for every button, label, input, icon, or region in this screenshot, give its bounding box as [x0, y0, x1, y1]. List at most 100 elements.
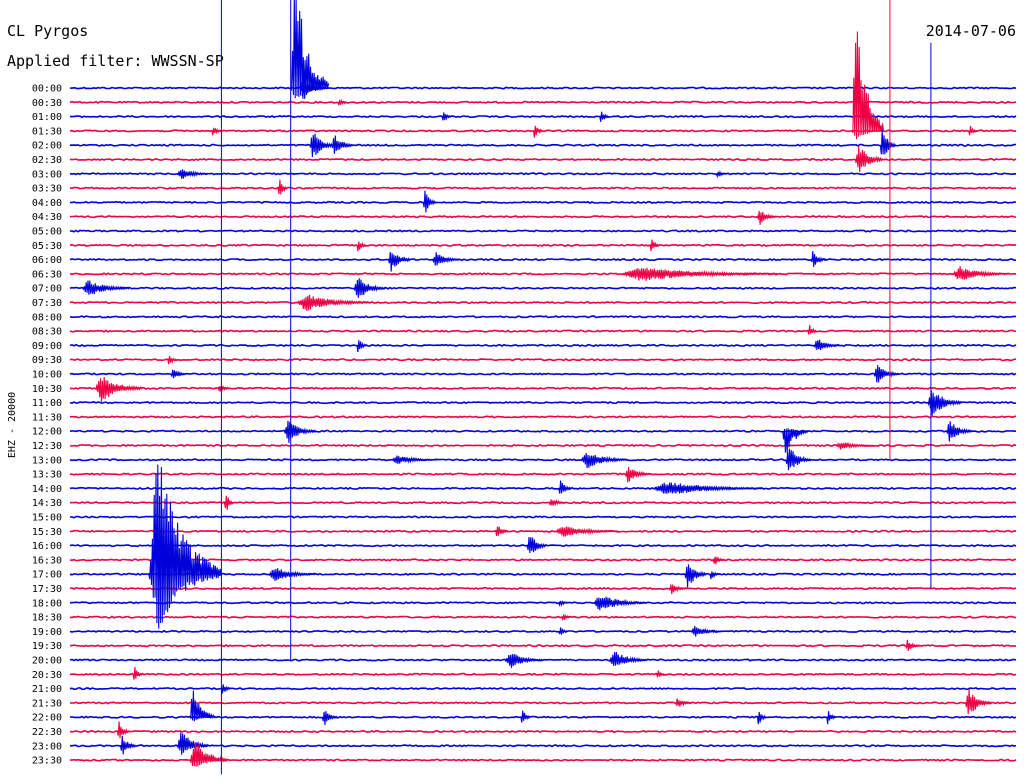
row-label: 12:30	[32, 441, 62, 452]
row-label: 02:00	[32, 141, 62, 152]
row-label: 12:00	[32, 427, 62, 438]
trace-line	[69, 501, 1017, 505]
trace-line	[69, 215, 1017, 219]
event-burst-30	[813, 339, 840, 351]
event-burst-47	[223, 495, 234, 510]
trace-row-0600: 06:00	[32, 255, 1017, 266]
event-burst-49	[495, 526, 509, 537]
trace-line	[69, 272, 1017, 276]
event-burst-50	[555, 526, 619, 537]
event-burst-5	[211, 127, 222, 136]
trace-line	[69, 315, 1017, 319]
event-burst-66	[132, 667, 143, 680]
trace-row-1500: 15:00	[32, 513, 1017, 524]
row-label: 01:30	[32, 126, 62, 137]
trace-row-1300: 13:00	[32, 455, 1017, 466]
row-label: 07:00	[32, 284, 62, 295]
trace-line	[70, 744, 1017, 748]
event-burst-21	[432, 252, 461, 266]
event-burst-35	[217, 385, 232, 393]
row-label: 23:30	[32, 756, 62, 767]
event-burst-38	[782, 428, 809, 454]
trace-line	[69, 701, 1017, 705]
event-burst-6	[532, 125, 543, 138]
trace-line	[69, 729, 1017, 734]
event-burst-76	[116, 721, 131, 739]
row-label: 02:30	[32, 155, 62, 166]
event-burst-55	[684, 564, 707, 588]
row-label: 18:00	[32, 598, 62, 609]
trace-line	[69, 644, 1016, 648]
trace-row-0000: 00:00	[32, 84, 1017, 95]
trace-row-1800: 18:00	[32, 598, 1017, 609]
trace-row-1900: 19:00	[32, 627, 1017, 638]
trace-row-1230: 12:30	[32, 441, 1017, 452]
event-burst-32	[170, 369, 187, 379]
event-burst-15	[277, 179, 288, 195]
event-burst-4	[599, 111, 610, 122]
row-label: 18:30	[32, 613, 62, 624]
trace-row-0430: 04:30	[32, 212, 1017, 223]
trace-row-2330: 23:30	[32, 756, 1017, 767]
event-burst-45	[558, 480, 572, 494]
row-label: 06:00	[32, 255, 62, 266]
event-burst-58	[558, 600, 569, 608]
station-title: CL Pyrgos	[7, 22, 88, 40]
event-burst-8	[968, 125, 979, 136]
event-burst-29	[356, 340, 367, 353]
event-burst-17	[756, 210, 777, 225]
trace-line	[69, 358, 1017, 362]
trace-line	[69, 172, 1017, 176]
event-burst-70	[674, 698, 692, 707]
row-label: 11:00	[32, 398, 62, 409]
trace-line	[69, 472, 1017, 476]
trace-row-0530: 05:30	[32, 241, 1017, 252]
row-label: 05:00	[32, 227, 62, 238]
trace-row-0630: 06:30	[32, 269, 1017, 280]
row-label: 16:00	[32, 541, 62, 552]
event-burst-22	[810, 250, 827, 267]
row-label: 08:30	[32, 327, 62, 338]
row-label: 11:30	[32, 412, 62, 423]
event-burst-11	[879, 129, 897, 155]
event-burst-34	[94, 377, 143, 403]
row-label: 13:30	[32, 470, 62, 481]
filter-subtitle: Applied filter: WWSSN-SP	[7, 52, 224, 70]
trace-row-1930: 19:30	[32, 641, 1016, 652]
row-label: 22:30	[32, 727, 62, 738]
trace-line	[69, 243, 1017, 247]
row-label: 23:00	[32, 741, 62, 752]
event-burst-39	[946, 421, 973, 442]
row-label: 15:30	[32, 527, 62, 538]
row-label: 09:30	[32, 355, 62, 366]
row-label: 22:00	[32, 713, 62, 724]
trace-line	[69, 686, 1017, 691]
event-burst-31	[167, 356, 178, 365]
event-burst-42	[580, 452, 629, 469]
event-burst-56	[709, 571, 720, 580]
trace-line	[70, 143, 1016, 147]
row-label: 03:30	[32, 184, 62, 195]
trace-row-1730: 17:30	[32, 584, 1017, 595]
trace-row-0130: 01:30	[32, 126, 1017, 137]
event-burst-36	[927, 390, 963, 416]
row-label: 07:30	[32, 298, 62, 309]
row-label: 20:30	[32, 670, 62, 681]
trace-row-1130: 11:30	[32, 412, 1017, 423]
trace-line	[69, 515, 1017, 519]
trace-line	[69, 629, 1017, 634]
event-burst-19	[649, 239, 660, 252]
y-axis-label: EHZ - 20000	[7, 392, 18, 458]
row-label: 06:30	[32, 269, 62, 280]
event-burst-2	[337, 98, 348, 106]
trace-line	[69, 386, 1017, 390]
event-burst-54	[268, 568, 316, 581]
event-burst-20	[387, 251, 411, 272]
trace-line	[69, 86, 1017, 90]
event-burst-13	[176, 169, 210, 179]
event-burst-12	[854, 146, 884, 173]
row-label: 04:00	[32, 198, 62, 209]
row-label: 14:30	[32, 498, 62, 509]
row-label: 01:00	[32, 112, 62, 123]
trace-line	[69, 229, 1017, 233]
